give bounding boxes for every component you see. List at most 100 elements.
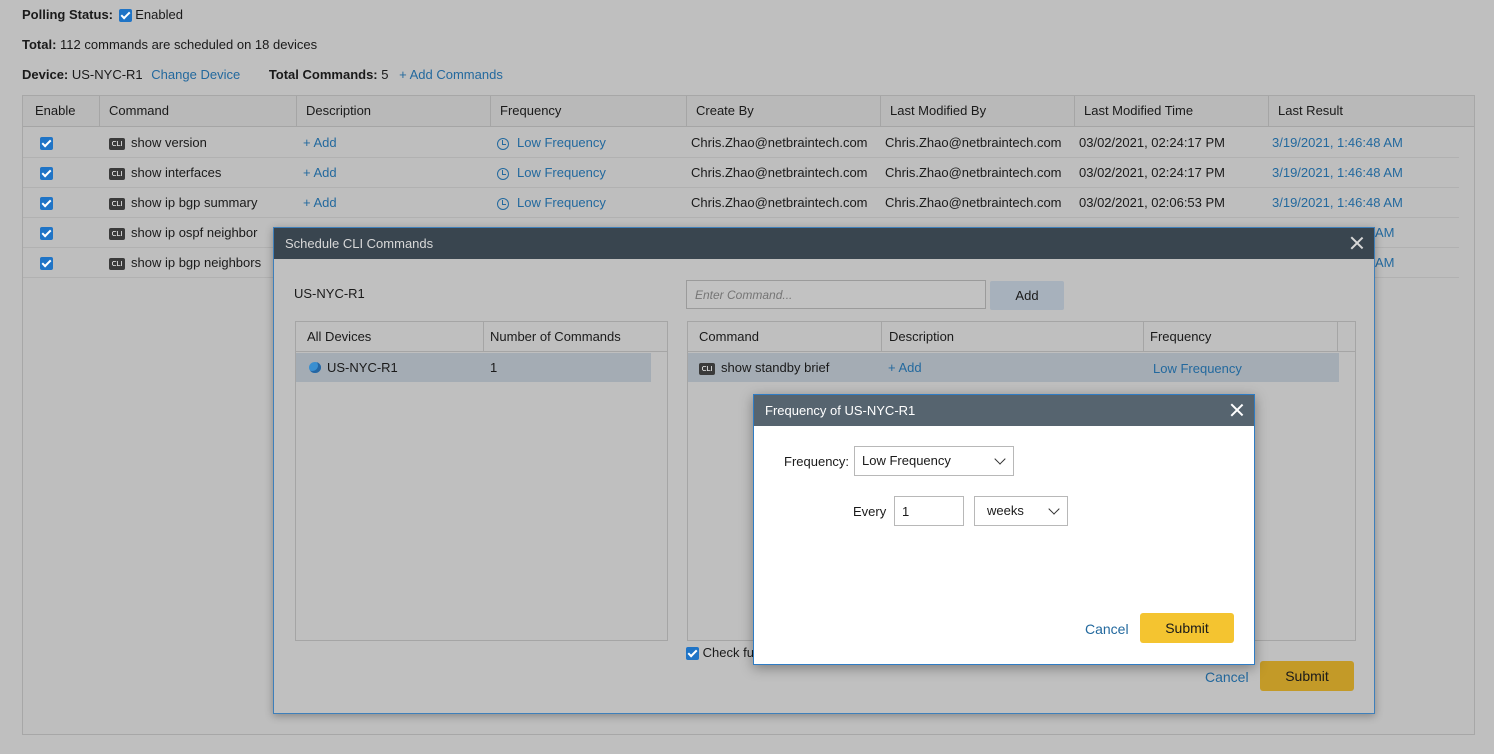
cli-icon: CLI (699, 362, 715, 375)
schedule-modal-title: Schedule CLI Commands (285, 236, 434, 251)
modified-by: Chris.Zhao@netbraintech.com (885, 135, 1062, 150)
modified-time: 03/02/2021, 02:06:53 PM (1079, 195, 1226, 210)
polling-status-label: Polling Status: (22, 7, 113, 22)
polling-enabled-checkbox[interactable] (118, 9, 132, 23)
command-row: CLI show standby brief + Add Low Frequenc… (688, 353, 1339, 382)
device-row[interactable]: US-NYC-R1 1 (296, 353, 651, 382)
frequency-select-value: Low Frequency (862, 453, 951, 468)
cli-icon: CLI (109, 167, 125, 180)
frequency-cancel-button[interactable]: Cancel (1085, 621, 1129, 637)
check-full-label: Check ful (702, 645, 757, 660)
enable-checkbox[interactable] (40, 257, 53, 271)
last-result-link[interactable]: AM (1375, 218, 1395, 248)
header-description[interactable]: Description (297, 96, 491, 126)
clock-icon (497, 197, 509, 210)
add-description-link[interactable]: + Add (303, 158, 337, 188)
header-create-by[interactable]: Create By (687, 96, 881, 126)
commands-panel-header: Command Description Frequency (688, 322, 1355, 352)
clock-icon (497, 137, 509, 150)
frequency-link[interactable]: Low Frequency (1153, 361, 1242, 376)
check-full-checkbox[interactable] (686, 647, 699, 661)
every-value-input[interactable] (894, 496, 964, 526)
command-text: show ip bgp summary (131, 195, 258, 210)
header-last-modified-time[interactable]: Last Modified Time (1075, 96, 1269, 126)
modified-by: Chris.Zhao@netbraintech.com (885, 195, 1062, 210)
frequency-text: Low Frequency (517, 195, 606, 210)
cli-icon: CLI (109, 227, 125, 240)
device-label: Device: (22, 67, 69, 82)
header-frequency[interactable]: Frequency (491, 96, 687, 126)
total-commands-value: 5 (381, 67, 389, 82)
device-command-count: 1 (490, 360, 498, 375)
clock-icon (497, 167, 509, 180)
last-result-link[interactable]: 3/19/2021, 1:46:48 AM (1272, 158, 1403, 188)
header-command[interactable]: Command (688, 322, 882, 352)
command-text: show ip bgp neighbors (131, 255, 262, 270)
frequency-text: Low Frequency (517, 165, 606, 180)
header-enable[interactable]: Enable (23, 96, 100, 126)
enable-checkbox[interactable] (40, 137, 53, 151)
header-description[interactable]: Description (882, 322, 1144, 352)
frequency-modal-header: Frequency of US-NYC-R1 (754, 395, 1254, 426)
devices-panel-header: All Devices Number of Commands (296, 322, 667, 352)
header-frequency[interactable]: Frequency (1144, 322, 1338, 352)
add-command-button[interactable]: Add (990, 281, 1064, 310)
polling-status-value: Enabled (135, 7, 183, 22)
frequency-modal: Frequency of US-NYC-R1 Frequency: Low Fr… (753, 394, 1255, 665)
table-row: CLI show version + Add Low Frequency Chri… (23, 128, 1459, 158)
total-commands-label: Total Commands: (268, 67, 378, 82)
close-icon[interactable] (1350, 236, 1364, 250)
cli-icon: CLI (109, 137, 125, 150)
table-row: CLI show interfaces + Add Low Frequency C… (23, 158, 1459, 188)
frequency-modal-title: Frequency of US-NYC-R1 (765, 403, 916, 418)
every-label: Every (853, 504, 887, 519)
header-all-devices[interactable]: All Devices (296, 322, 484, 352)
create-by: Chris.Zhao@netbraintech.com (691, 165, 868, 180)
command-input[interactable] (686, 280, 986, 309)
command-cell: CLI show standby brief (699, 360, 829, 375)
enable-checkbox[interactable] (40, 197, 53, 211)
frequency-link[interactable]: Low Frequency (497, 128, 606, 158)
add-description-link[interactable]: + Add (888, 360, 922, 375)
grid-header: Enable Command Description Frequency Cre… (23, 96, 1474, 127)
total-summary: Total: 112 commands are scheduled on 18 … (22, 37, 317, 52)
header-last-modified-by[interactable]: Last Modified By (881, 96, 1075, 126)
devices-panel: All Devices Number of Commands US-NYC-R1… (295, 321, 668, 641)
modified-by: Chris.Zhao@netbraintech.com (885, 165, 1062, 180)
check-option: Check ful (686, 645, 757, 661)
add-description-link[interactable]: + Add (303, 188, 337, 218)
cli-icon: CLI (109, 197, 125, 210)
frequency-link[interactable]: Low Frequency (497, 158, 606, 188)
add-commands-link[interactable]: + Add Commands (399, 67, 503, 82)
command-text: show standby brief (721, 360, 830, 375)
last-result-link[interactable]: AM (1375, 248, 1395, 278)
enable-checkbox[interactable] (40, 167, 53, 181)
header-command[interactable]: Command (100, 96, 297, 126)
last-result-link[interactable]: 3/19/2021, 1:46:48 AM (1272, 188, 1403, 218)
frequency-text: Low Frequency (517, 135, 606, 150)
device-line: Device: US-NYC-R1 Change Device Total Co… (22, 67, 503, 82)
schedule-submit-button[interactable]: Submit (1260, 661, 1354, 691)
interval-unit-select[interactable]: weeks (974, 496, 1068, 526)
last-result-link[interactable]: 3/19/2021, 1:46:48 AM (1272, 128, 1403, 158)
command-text: show ip ospf neighbor (131, 225, 258, 240)
create-by: Chris.Zhao@netbraintech.com (691, 135, 868, 150)
modified-time: 03/02/2021, 02:24:17 PM (1079, 135, 1226, 150)
schedule-cancel-button[interactable]: Cancel (1205, 669, 1249, 685)
interval-unit-value: weeks (987, 503, 1024, 518)
polling-status: Polling Status: Enabled (22, 7, 183, 23)
frequency-submit-button[interactable]: Submit (1140, 613, 1234, 643)
schedule-modal-header: Schedule CLI Commands (274, 228, 1374, 259)
chevron-down-icon (1048, 503, 1060, 515)
close-icon[interactable] (1230, 403, 1244, 417)
frequency-select[interactable]: Low Frequency (854, 446, 1014, 476)
header-number-of-commands[interactable]: Number of Commands (484, 322, 667, 352)
change-device-link[interactable]: Change Device (151, 67, 240, 82)
total-text: 112 commands are scheduled on 18 devices (60, 37, 318, 52)
add-description-link[interactable]: + Add (303, 128, 337, 158)
header-last-result[interactable]: Last Result (1269, 96, 1475, 126)
device-value: US-NYC-R1 (71, 67, 143, 82)
frequency-link[interactable]: Low Frequency (497, 188, 606, 218)
create-by: Chris.Zhao@netbraintech.com (691, 195, 868, 210)
enable-checkbox[interactable] (40, 227, 53, 241)
